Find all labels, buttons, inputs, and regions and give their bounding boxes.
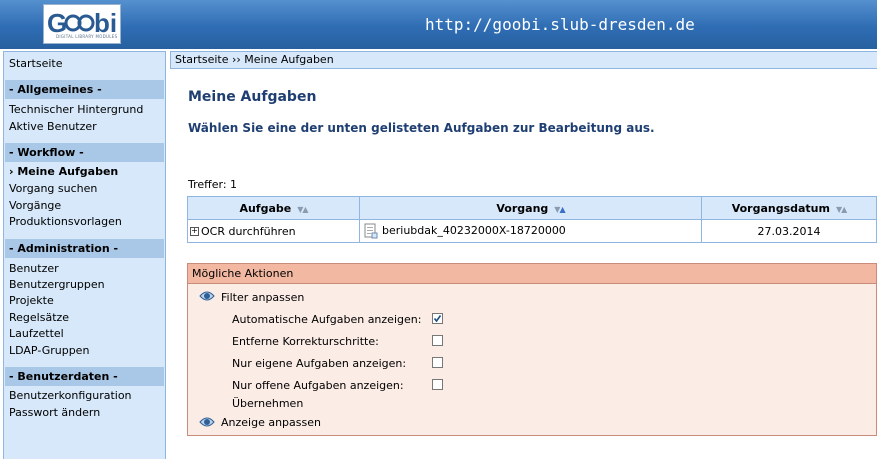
document-icon bbox=[364, 223, 378, 239]
sidebar-item-benutzerkonfiguration[interactable]: Benutzerkonfiguration bbox=[9, 389, 132, 402]
sidebar-item-benutzergruppen[interactable]: Benutzergruppen bbox=[9, 278, 105, 291]
process-name: beriubdak_40232000X-18720000 bbox=[382, 224, 566, 237]
apply-button[interactable]: Übernehmen bbox=[232, 397, 303, 410]
sidebar-section-workflow: - Workflow - bbox=[5, 143, 164, 162]
cell-vorgang[interactable]: beriubdak_40232000X-18720000 bbox=[359, 219, 702, 243]
actions-header: Mögliche Aktionen bbox=[188, 264, 876, 284]
column-label-vorgang: Vorgang bbox=[496, 201, 549, 215]
sidebar-item-technischer-hintergrund[interactable]: Technischer Hintergrund bbox=[9, 103, 143, 116]
sidebar-item-produktionsvorlagen[interactable]: Produktionsvorlagen bbox=[9, 215, 122, 228]
table-header-row: Aufgabe ▼▲ Vorgang ▼▲ Vorgangsdatum ▼▲ bbox=[187, 196, 877, 220]
sidebar-section-administration: - Administration - bbox=[5, 239, 164, 258]
sidebar-item-ldap-gruppen[interactable]: LDAP-Gruppen bbox=[9, 344, 89, 357]
column-header-vorgang[interactable]: Vorgang ▼▲ bbox=[359, 196, 702, 220]
eye-icon[interactable] bbox=[199, 290, 215, 302]
goobi-logo[interactable]: G bi DIGITAL LIBRARY MODULES bbox=[43, 4, 121, 44]
cell-vorgangsdatum: 27.03.2014 bbox=[701, 219, 877, 243]
task-table: Aufgabe ▼▲ Vorgang ▼▲ Vorgangsdatum ▼▲ + OCR… bbox=[187, 196, 877, 243]
checkbox-korrektur[interactable] bbox=[432, 335, 443, 346]
sidebar-section-benutzerdaten: - Benutzerdaten - bbox=[5, 367, 164, 386]
task-name[interactable]: OCR durchführen bbox=[201, 225, 296, 238]
filter-toggle-link[interactable]: Filter anpassen bbox=[221, 291, 304, 304]
sidebar-item-aktive-benutzer[interactable]: Aktive Benutzer bbox=[9, 120, 97, 133]
sort-icon[interactable]: ▼▲ bbox=[836, 205, 847, 214]
page-subtitle: Wählen Sie eine der unten gelisteten Auf… bbox=[188, 121, 655, 135]
table-row[interactable]: + OCR durchführen beriubdak_40232000X-187… bbox=[187, 219, 877, 243]
checkbox-offene[interactable] bbox=[432, 379, 443, 390]
sidebar-item-projekte[interactable]: Projekte bbox=[9, 294, 54, 307]
hit-count: Treffer: 1 bbox=[188, 178, 238, 191]
sidebar-section-allgemeines: - Allgemeines - bbox=[5, 80, 164, 99]
breadcrumb[interactable]: Startseite ›› Meine Aufgaben bbox=[170, 51, 877, 69]
display-toggle-link[interactable]: Anzeige anpassen bbox=[221, 416, 321, 429]
sidebar-item-regelsaetze[interactable]: Regelsätze bbox=[9, 311, 69, 324]
cell-aufgabe[interactable]: + OCR durchführen bbox=[187, 219, 360, 243]
checkbox-automatic[interactable] bbox=[432, 313, 443, 324]
sidebar-item-meine-aufgaben[interactable]: › Meine Aufgaben bbox=[9, 165, 118, 178]
expand-icon[interactable]: + bbox=[190, 227, 199, 236]
actions-panel: Mögliche Aktionen Filter anpassen Automa… bbox=[187, 263, 877, 436]
option-label-eigene: Nur eigene Aufgaben anzeigen: bbox=[232, 357, 407, 370]
sidebar-item-benutzer[interactable]: Benutzer bbox=[9, 262, 59, 275]
sidebar-item-laufzettel[interactable]: Laufzettel bbox=[9, 327, 64, 340]
column-label-aufgabe: Aufgabe bbox=[239, 201, 292, 215]
option-label-offene: Nur offene Aufgaben anzeigen: bbox=[232, 379, 404, 392]
option-label-automatic: Automatische Aufgaben anzeigen: bbox=[232, 313, 422, 326]
column-header-aufgabe[interactable]: Aufgabe ▼▲ bbox=[187, 196, 360, 220]
sidebar: Startseite - Allgemeines - Technischer H… bbox=[3, 51, 166, 459]
column-label-vorgangsdatum: Vorgangsdatum bbox=[731, 201, 830, 215]
top-header: G bi DIGITAL LIBRARY MODULES http://goob… bbox=[0, 0, 877, 49]
logo-subtext: DIGITAL LIBRARY MODULES bbox=[56, 34, 118, 39]
sort-icon[interactable]: ▼▲ bbox=[554, 205, 565, 214]
column-header-vorgangsdatum[interactable]: Vorgangsdatum ▼▲ bbox=[701, 196, 877, 220]
sort-icon[interactable]: ▼▲ bbox=[297, 205, 308, 214]
sidebar-item-startseite[interactable]: Startseite bbox=[9, 57, 63, 70]
option-label-korrektur: Entferne Korrekturschritte: bbox=[232, 335, 379, 348]
header-url: http://goobi.slub-dresden.de bbox=[425, 15, 695, 34]
sidebar-item-vorgang-suchen[interactable]: Vorgang suchen bbox=[9, 182, 97, 195]
page-title: Meine Aufgaben bbox=[188, 89, 317, 105]
sidebar-item-vorgaenge[interactable]: Vorgänge bbox=[9, 199, 61, 212]
sidebar-item-passwort-aendern[interactable]: Passwort ändern bbox=[9, 406, 100, 419]
checkmark-icon bbox=[433, 315, 442, 323]
eye-icon[interactable] bbox=[199, 416, 215, 428]
checkbox-eigene[interactable] bbox=[432, 357, 443, 368]
